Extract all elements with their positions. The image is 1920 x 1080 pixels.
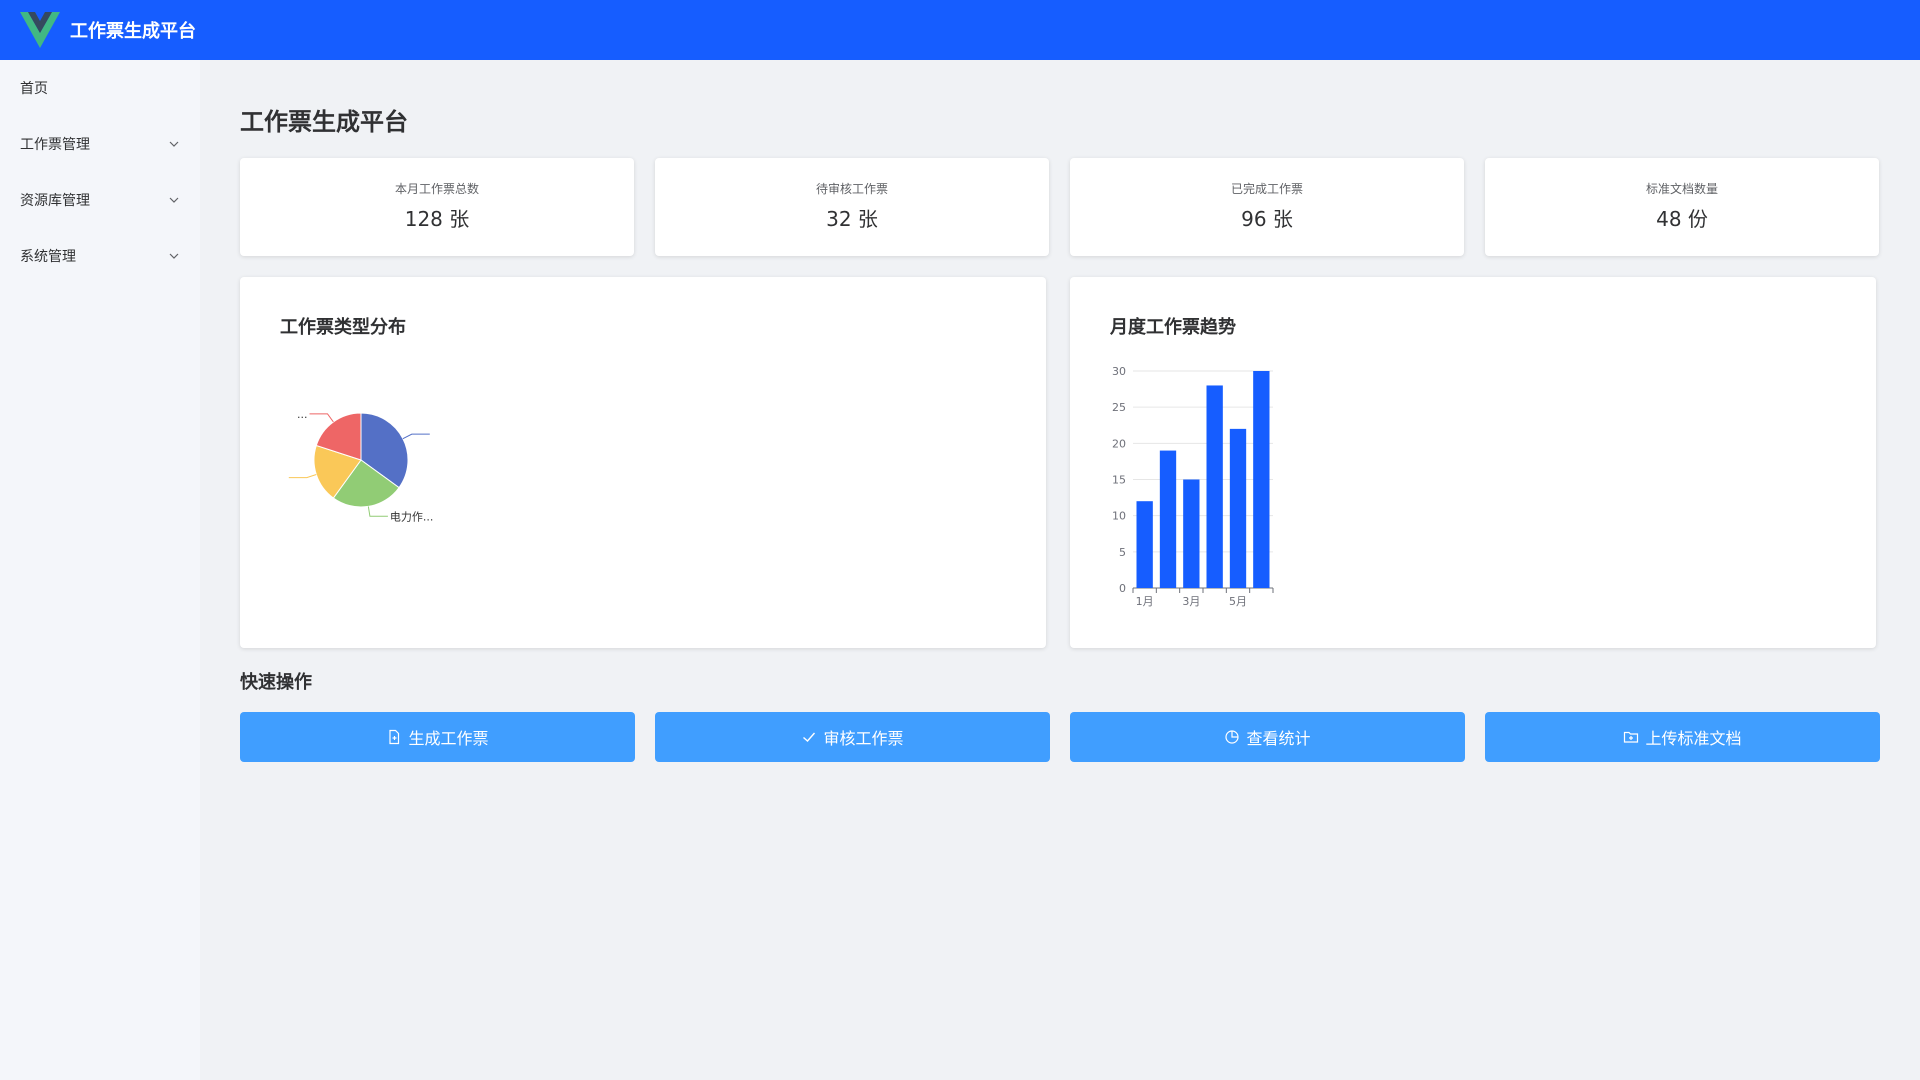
pie-label-line xyxy=(367,506,388,517)
chevron-down-icon xyxy=(169,253,179,259)
y-tick-label: 30 xyxy=(1112,365,1126,378)
x-tick-label: 3月 xyxy=(1182,595,1200,608)
button-label: 生成工作票 xyxy=(408,729,489,748)
stat-label: 本月工作票总数 xyxy=(394,182,479,196)
stat-card-pending-review: 待审核工作票 32 张 xyxy=(655,158,1049,256)
stat-value: 128 张 xyxy=(404,207,470,231)
bar xyxy=(1183,479,1200,588)
page-title: 工作票生成平台 xyxy=(240,108,408,136)
stat-value: 32 张 xyxy=(826,207,878,231)
pie-slice-label: ... xyxy=(297,408,308,421)
sidebar-item-system-management[interactable]: 系统管理 xyxy=(0,228,200,284)
quick-actions-title: 快速操作 xyxy=(240,672,312,693)
sidebar-item-ticket-management[interactable]: 工作票管理 xyxy=(0,116,200,172)
chevron-down-icon xyxy=(169,197,179,203)
monthly-trend-panel: 月度工作票趋势 0 5 10 15 20 25 30 1月 3月 5月 xyxy=(1070,277,1876,648)
pie-slice-label: 电力作... xyxy=(390,510,434,523)
stat-card-standard-docs: 标准文档数量 48 份 xyxy=(1485,158,1879,256)
bar xyxy=(1206,385,1223,588)
y-tick-label: 25 xyxy=(1112,401,1126,414)
y-tick-label: 0 xyxy=(1119,582,1126,595)
stat-card-completed: 已完成工作票 96 张 xyxy=(1070,158,1464,256)
pie-chart: 电力作...... xyxy=(288,408,434,523)
sidebar-item-label: 首页 xyxy=(20,81,48,97)
top-header: 工作票生成平台 xyxy=(0,0,1920,60)
sidebar-item-resource-management[interactable]: 资源库管理 xyxy=(0,172,200,228)
button-label: 查看统计 xyxy=(1246,729,1311,748)
bar xyxy=(1159,450,1177,588)
bar xyxy=(1229,428,1247,588)
x-tick-label: 5月 xyxy=(1229,595,1247,608)
stat-value: 96 张 xyxy=(1241,207,1293,231)
main-content: 工作票生成平台 本月工作票总数 128 张 待审核工作票 32 张 已完成工作票… xyxy=(200,60,1920,1080)
y-tick-label: 15 xyxy=(1112,474,1126,487)
upload-standard-doc-button[interactable]: 上传标准文档 xyxy=(1485,712,1880,762)
x-tick-label: 1月 xyxy=(1136,595,1154,608)
vue-logo-icon[interactable] xyxy=(20,12,60,48)
bar-chart: 0 5 10 15 20 25 30 1月 3月 5月 xyxy=(1112,365,1274,608)
button-label: 上传标准文档 xyxy=(1645,729,1742,748)
check-icon xyxy=(803,732,816,742)
pie-chart-icon xyxy=(1225,730,1240,744)
stat-label: 标准文档数量 xyxy=(1645,182,1718,196)
sidebar-item-label: 资源库管理 xyxy=(20,193,90,209)
sidebar-menu: 首页 工作票管理 资源库管理 系统管理 xyxy=(0,60,200,1080)
sidebar-item-label: 工作票管理 xyxy=(20,137,90,153)
stat-card-monthly-total: 本月工作票总数 128 张 xyxy=(240,158,634,256)
pie-label-line xyxy=(309,413,334,423)
button-label: 审核工作票 xyxy=(823,729,904,748)
app-title: 工作票生成平台 xyxy=(70,21,196,42)
review-ticket-button[interactable]: 审核工作票 xyxy=(655,712,1050,762)
y-tick-label: 10 xyxy=(1112,510,1126,523)
document-add-icon xyxy=(389,729,400,745)
stat-label: 待审核工作票 xyxy=(815,182,888,196)
sidebar-item-label: 系统管理 xyxy=(20,249,76,265)
bar xyxy=(1136,501,1153,588)
view-statistics-button[interactable]: 查看统计 xyxy=(1070,712,1465,762)
y-tick-label: 20 xyxy=(1112,437,1126,450)
pie-label-line xyxy=(288,474,317,479)
stat-value: 48 份 xyxy=(1656,207,1708,231)
sidebar-item-home[interactable]: 首页 xyxy=(0,60,200,116)
bar xyxy=(1253,371,1270,588)
ticket-type-distribution-panel: 工作票类型分布 电力作...... xyxy=(240,277,1046,648)
generate-ticket-button[interactable]: 生成工作票 xyxy=(240,712,635,762)
y-tick-label: 5 xyxy=(1119,546,1126,559)
stat-label: 已完成工作票 xyxy=(1230,182,1303,196)
chevron-down-icon xyxy=(169,141,179,147)
pie-label-line xyxy=(402,433,430,440)
folder-add-icon xyxy=(1624,731,1639,743)
